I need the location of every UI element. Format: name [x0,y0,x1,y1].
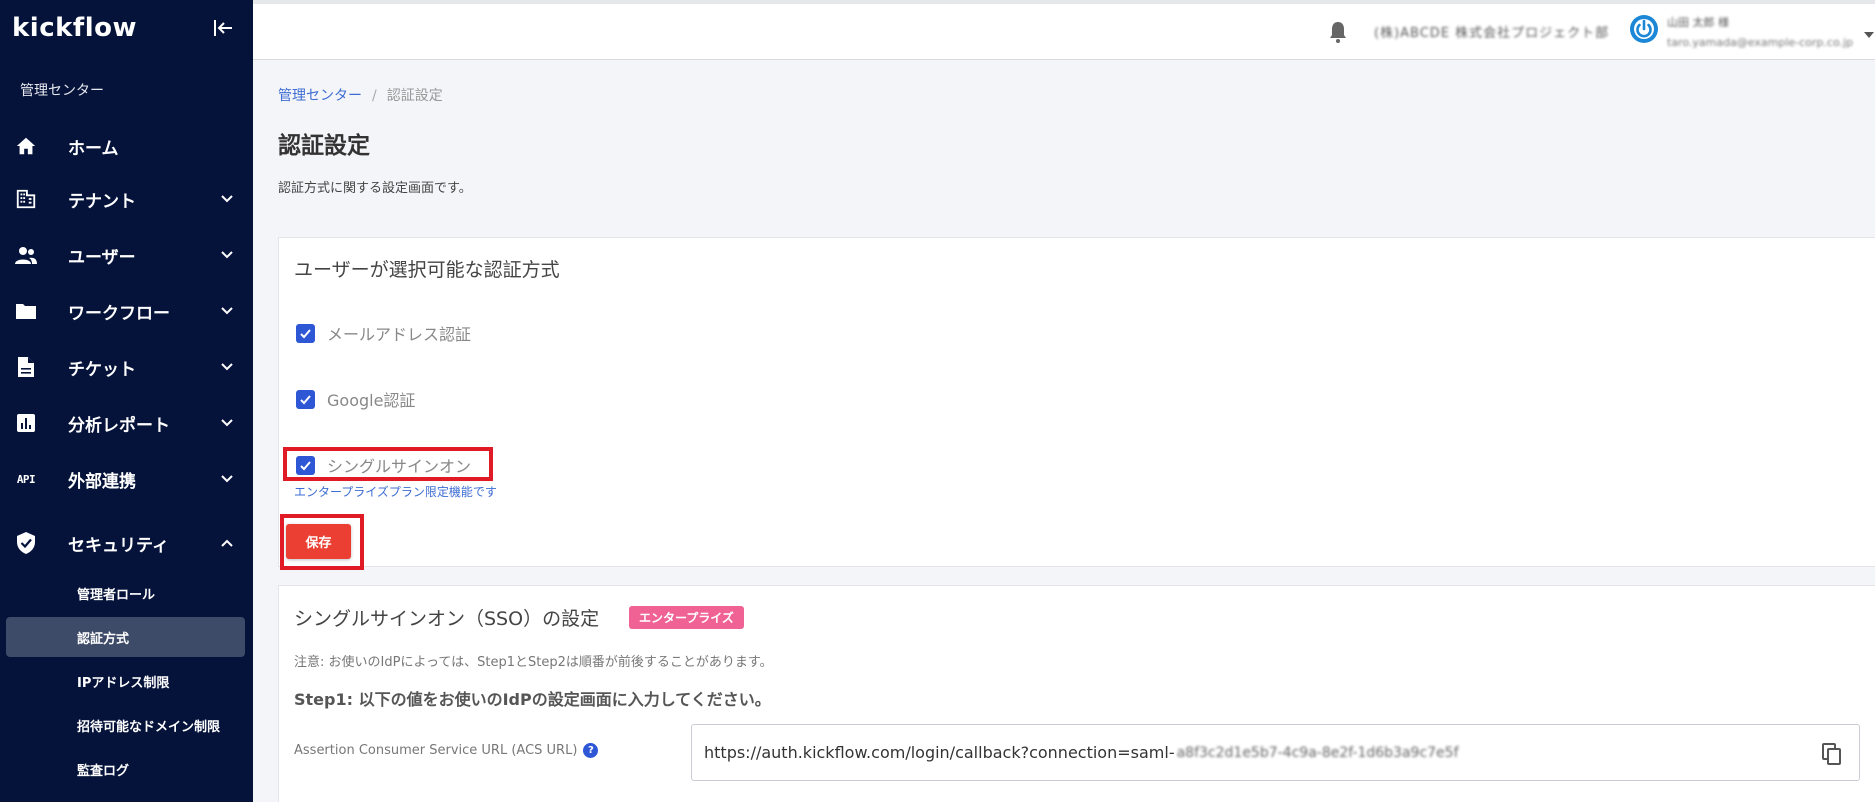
collapse-left-icon [214,20,232,36]
sidebar-item-workflow[interactable]: ワークフロー [0,283,253,339]
sidebar-item-label: ユーザー [68,247,136,268]
chevron-down-icon [219,247,235,263]
api-icon: API [16,472,36,486]
acs-url-label-text: Assertion Consumer Service URL (ACS URL) [294,743,578,758]
help-icon[interactable]: ? [583,743,599,758]
collapse-sidebar-button[interactable] [209,14,237,42]
chevron-down-icon [219,191,235,207]
sidebar: kickflow 管理センター ホーム テナント ユーザー ワークフロー チケッ… [0,0,253,802]
checkbox-label: メールアドレス認証 [327,325,472,344]
acs-url-label: Assertion Consumer Service URL (ACS URL)… [294,743,599,758]
users-icon [14,243,38,267]
kickflow-logo[interactable]: kickflow [12,13,137,43]
acs-url-value: https://auth.kickflow.com/login/callback… [704,743,1175,762]
sidebar-item-label: 外部連携 [68,471,136,492]
breadcrumb: 管理センター / 認証設定 [278,85,443,105]
sso-settings-title: シングルサインオン（SSO）の設定 [294,608,600,630]
sidebar-item-security[interactable]: セキュリティ [0,515,253,571]
chevron-up-icon [219,535,235,551]
user-name: 山田 太郎 様 [1667,16,1729,29]
save-highlight-box [280,514,364,570]
breadcrumb-separator: / [372,88,377,104]
building-icon [14,187,38,211]
bell-icon[interactable] [1326,20,1350,44]
sidebar-item-ticket[interactable]: チケット [0,339,253,395]
shield-icon [14,531,38,555]
sidebar-subitem-auth-method[interactable]: 認証方式 [6,617,245,657]
sso-caution-text: 注意: お使いのIdPによっては、Step1とStep2は順番が前後することがあ… [294,655,773,670]
copy-icon[interactable] [1821,742,1843,766]
power-icon[interactable] [1629,14,1659,44]
checkbox-checked-icon [296,323,315,343]
user-email: taro.yamada@example-corp.co.jp [1667,36,1854,49]
acs-url-field[interactable]: https://auth.kickflow.com/login/callback… [691,724,1860,781]
auth-methods-card [278,237,1875,567]
chevron-down-icon[interactable] [1863,26,1875,38]
checkbox-google-auth[interactable]: Google認証 [296,387,415,411]
step1-heading: Step1: 以下の値をお使いのIdPの設定画面に入力してください。 [294,690,771,709]
chevron-down-icon [219,303,235,319]
checkbox-label: Google認証 [327,391,416,410]
sidebar-subitem-ip-restriction[interactable]: IPアドレス制限 [6,661,245,701]
checkbox-email-auth[interactable]: メールアドレス認証 [296,321,471,345]
chevron-down-icon [219,471,235,487]
report-icon [14,411,38,435]
sso-highlight-box [283,447,493,481]
folder-icon [14,299,38,323]
sidebar-item-tenant[interactable]: テナント [0,171,253,227]
sidebar-item-label: 分析レポート [68,415,170,436]
sidebar-item-users[interactable]: ユーザー [0,227,253,283]
sidebar-item-label: テナント [68,191,136,212]
chevron-down-icon [219,359,235,375]
breadcrumb-link-admin-center[interactable]: 管理センター [278,88,362,104]
sidebar-item-label: チケット [68,359,136,380]
sidebar-item-integration[interactable]: API 外部連携 [0,451,253,507]
acs-url-hidden-value: a8f3c2d1e5b7-4c9a-8e2f-1d6b3a9c7e5f [1176,744,1459,761]
page-description: 認証方式に関する設定画面です。 [278,181,472,196]
sidebar-item-report[interactable]: 分析レポート [0,395,253,451]
sidebar-item-label: ホーム [68,138,119,159]
enterprise-plan-note[interactable]: エンタープライズプラン限定機能です [294,483,497,500]
document-icon [14,355,38,379]
chevron-down-icon [219,415,235,431]
sidebar-header: kickflow [0,0,253,56]
sidebar-section-label: 管理センター [20,83,104,99]
enterprise-badge: エンタープライズ [629,606,744,629]
sidebar-subitem-domain-restriction[interactable]: 招待可能なドメイン制限 [6,705,245,745]
page-title: 認証設定 [278,133,370,159]
auth-methods-title: ユーザーが選択可能な認証方式 [294,259,560,281]
sidebar-subitem-audit-log[interactable]: 監査ログ [6,749,245,789]
checkbox-checked-icon [296,389,315,409]
home-icon [14,134,38,158]
breadcrumb-current: 認証設定 [386,88,443,104]
tenant-name[interactable]: (株)ABCDE 株式会社プロジェクト部 [1374,22,1609,41]
sidebar-item-home[interactable]: ホーム [0,118,253,174]
sidebar-item-label: ワークフロー [68,303,170,324]
sidebar-subitem-admin-role[interactable]: 管理者ロール [6,573,245,613]
top-header: (株)ABCDE 株式会社プロジェクト部 山田 太郎 様 taro.yamada… [253,0,1875,60]
sidebar-item-label: セキュリティ [68,535,169,556]
